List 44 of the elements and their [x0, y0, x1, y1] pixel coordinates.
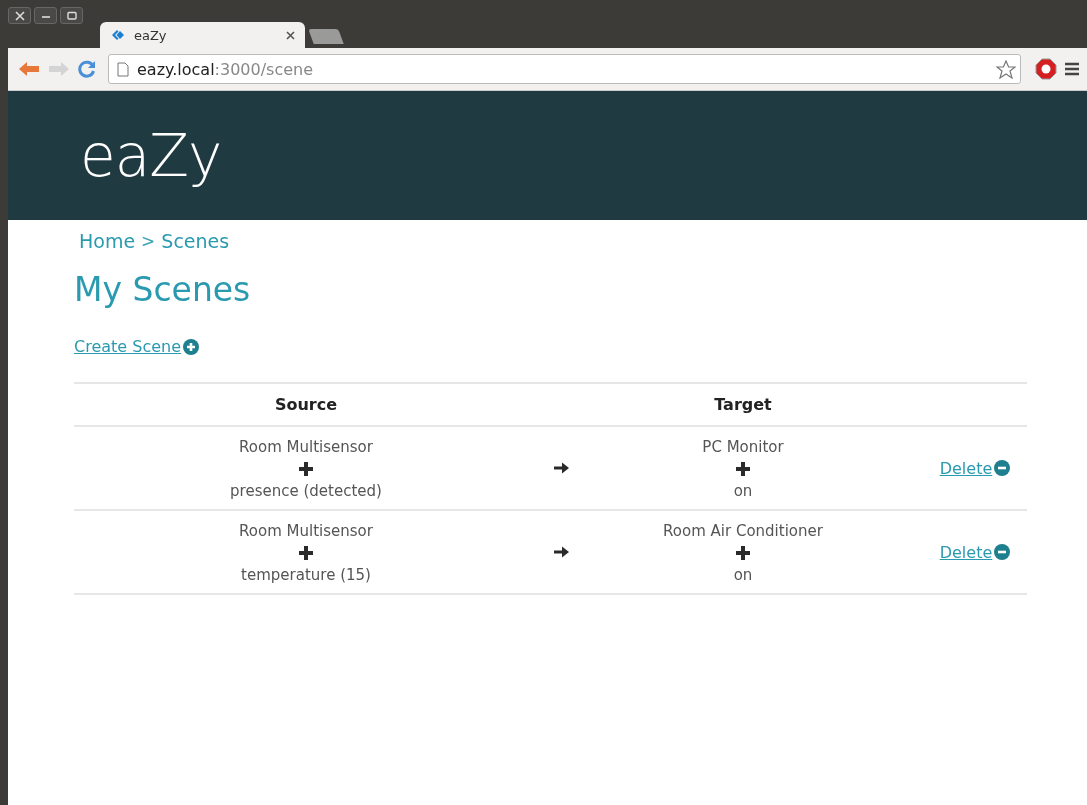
maximize-button[interactable]	[60, 7, 83, 24]
target-action: on	[733, 565, 753, 585]
menu-icon[interactable]	[1065, 62, 1079, 76]
source-device: Room Multisensor	[239, 521, 373, 541]
breadcrumb-link[interactable]: Home	[79, 230, 136, 252]
minus-circle-icon	[994, 460, 1011, 476]
back-arrow-icon[interactable]	[18, 61, 40, 77]
delete-link[interactable]: Delete	[939, 542, 1011, 562]
delete-link[interactable]: Delete	[939, 458, 1011, 478]
minimize-button[interactable]	[34, 7, 57, 24]
column-header: Target	[714, 395, 772, 414]
target-device: Room Air Conditioner	[663, 521, 823, 541]
close-tab-icon[interactable]	[286, 30, 295, 40]
page-title: My Scenes	[74, 270, 252, 309]
create-scene-link[interactable]: Create Scene	[74, 337, 200, 356]
address-field[interactable]: eazy.local:3000/scene	[108, 54, 1021, 84]
stop-sign-icon[interactable]	[1035, 58, 1057, 80]
star-icon[interactable]	[996, 59, 1016, 79]
breadcrumb-separator: >	[141, 231, 156, 251]
target-device: PC Monitor	[702, 437, 784, 457]
column-header: Source	[274, 395, 338, 414]
breadcrumb-link[interactable]: Scenes	[161, 230, 230, 252]
page-icon	[117, 61, 129, 77]
source-condition: presence (detected)	[230, 481, 382, 501]
close-window-button[interactable]	[8, 7, 31, 24]
source-condition: temperature (15)	[241, 565, 371, 585]
plus-circle-icon	[183, 338, 200, 355]
site-logo[interactable]: eaZy	[80, 121, 222, 190]
target-action: on	[733, 481, 753, 501]
maximize-icon	[66, 10, 77, 21]
url-path: :3000/scene	[214, 59, 315, 79]
plus-icon	[298, 461, 314, 477]
source-device: Room Multisensor	[239, 437, 373, 457]
close-icon	[14, 10, 25, 21]
right-arrow-icon	[554, 546, 570, 558]
plus-icon	[298, 545, 314, 561]
minus-circle-icon	[994, 544, 1011, 560]
plus-icon	[735, 461, 751, 477]
reload-icon[interactable]	[78, 60, 96, 78]
url-host: eazy.local	[137, 59, 215, 79]
plus-icon	[735, 545, 751, 561]
right-arrow-icon	[554, 462, 570, 474]
browser-tab[interactable]: eaZy	[100, 22, 305, 48]
new-tab-button[interactable]	[308, 29, 344, 44]
